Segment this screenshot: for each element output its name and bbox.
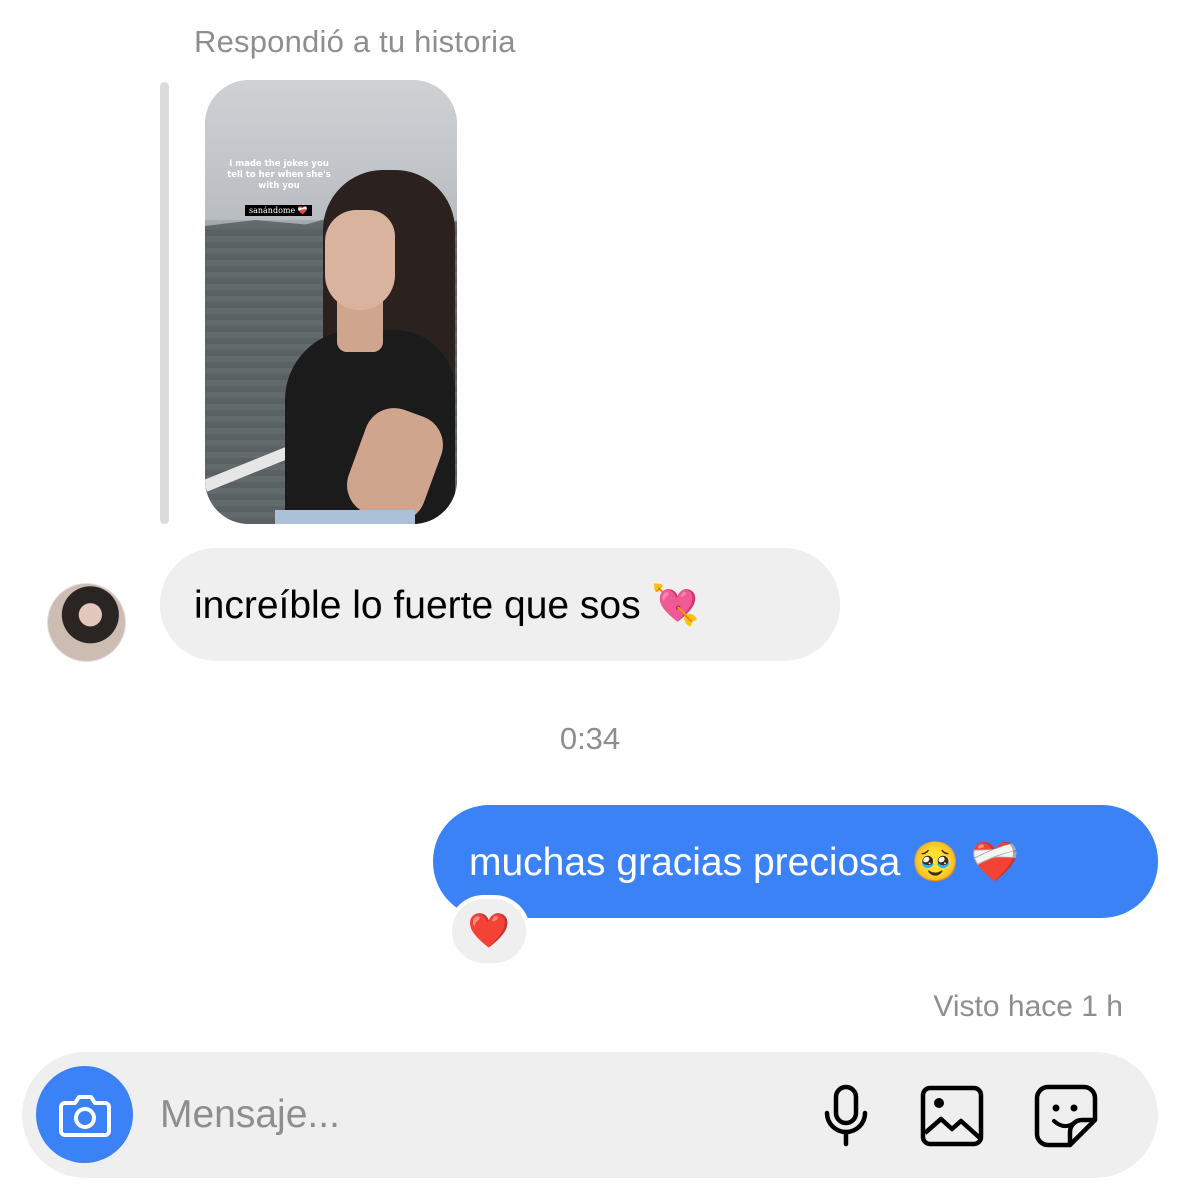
microphone-icon xyxy=(824,1084,868,1147)
camera-icon xyxy=(58,1094,111,1137)
seen-status: Visto hace 1 h xyxy=(933,990,1123,1023)
quote-bar xyxy=(160,82,169,524)
sticker-button[interactable] xyxy=(1032,1082,1100,1150)
story-tag: sanándome ❤️‍🩹 xyxy=(245,205,312,216)
gallery-button[interactable] xyxy=(918,1082,986,1150)
camera-button[interactable] xyxy=(36,1066,133,1163)
story-thumbnail[interactable]: I made the jokes you tell to her when sh… xyxy=(205,80,457,524)
story-reply-label: Respondió a tu historia xyxy=(194,24,516,59)
message-input[interactable] xyxy=(160,1088,760,1142)
story-caption: I made the jokes you tell to her when sh… xyxy=(227,159,331,191)
microphone-button[interactable] xyxy=(812,1082,880,1150)
message-composer xyxy=(22,1052,1158,1178)
incoming-message[interactable]: increíble lo fuerte que sos 💘 xyxy=(160,548,840,661)
outgoing-message-text: muchas gracias preciosa 🥹 ❤️‍🩹 xyxy=(469,840,1020,884)
heart-icon: ❤️ xyxy=(467,912,511,950)
gallery-icon xyxy=(920,1085,984,1147)
timestamp: 0:34 xyxy=(559,721,621,756)
incoming-message-text: increíble lo fuerte que sos 💘 xyxy=(194,583,700,627)
avatar[interactable] xyxy=(47,583,126,662)
sticker-icon xyxy=(1034,1084,1098,1148)
outgoing-message[interactable]: muchas gracias preciosa 🥹 ❤️‍🩹 xyxy=(433,805,1158,918)
heart-reaction[interactable]: ❤️ xyxy=(448,895,530,967)
